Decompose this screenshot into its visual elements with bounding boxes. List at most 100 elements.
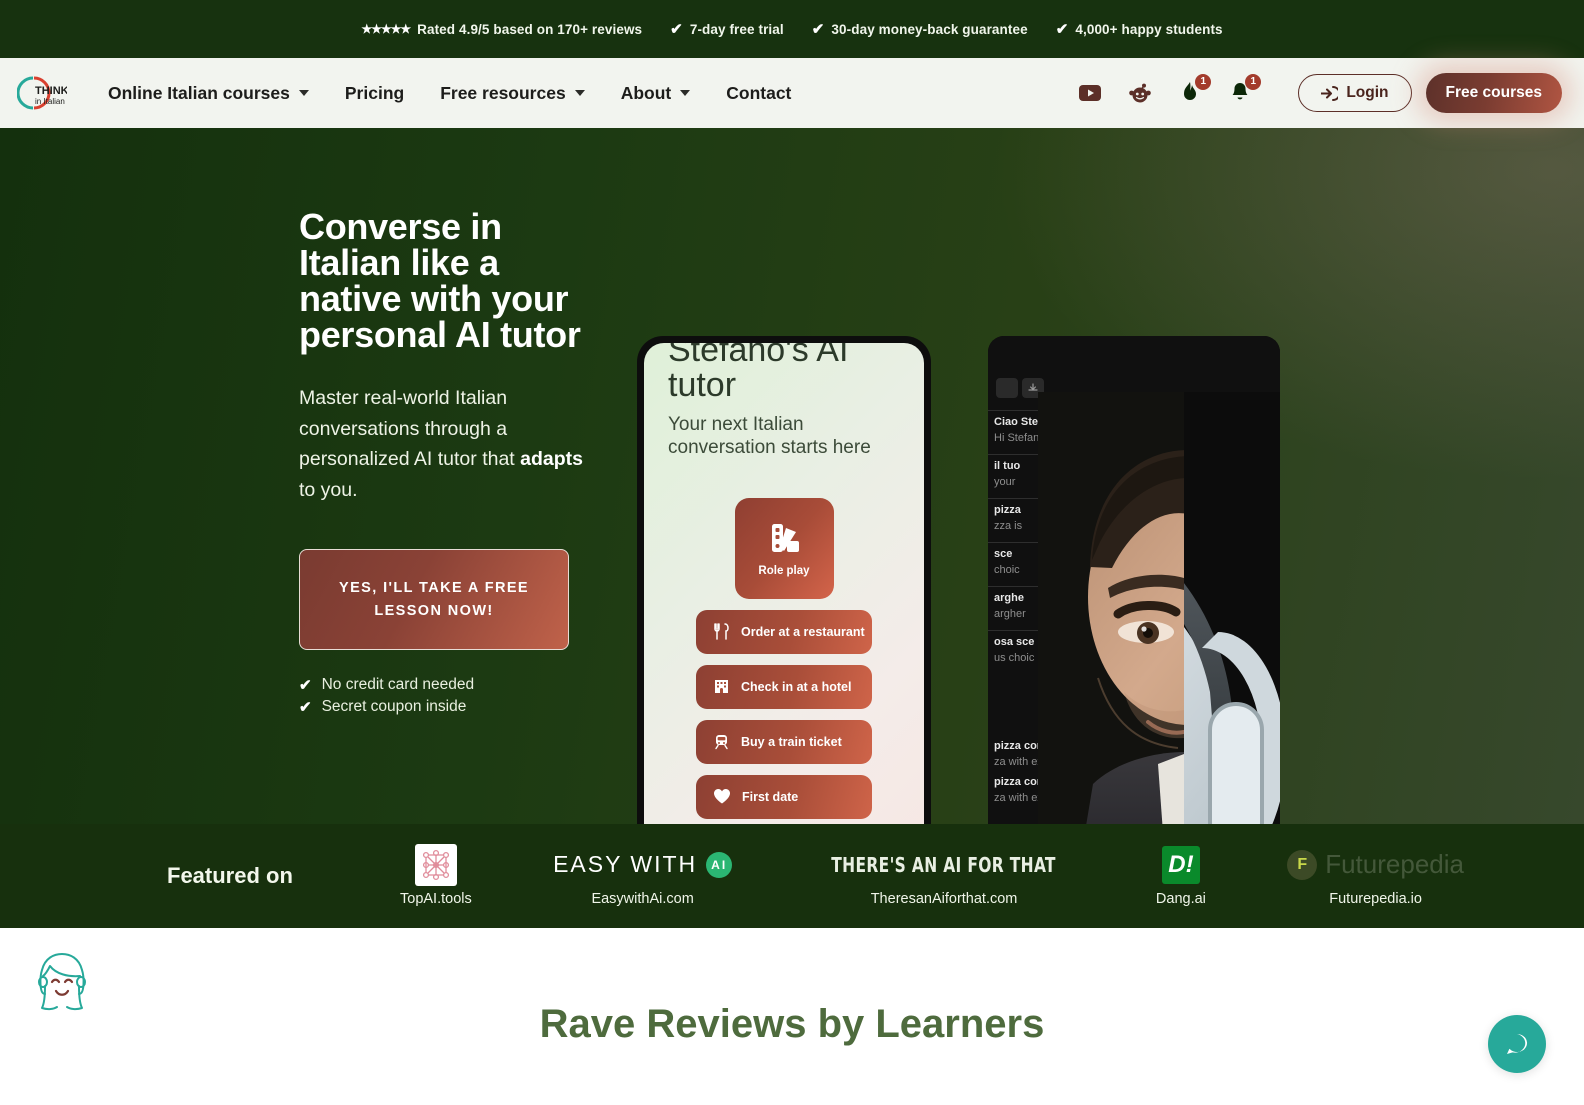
brand-futurepedia[interactable]: F Futurepedia Futurepedia.io	[1287, 846, 1464, 907]
portrait-image	[1038, 392, 1280, 824]
nav-item-label: Contact	[726, 82, 792, 103]
hero-benefits: ✔ No credit card needed ✔ Secret coupon …	[299, 676, 599, 716]
login-button[interactable]: Login	[1298, 74, 1412, 112]
svg-text:in Italian: in Italian	[35, 97, 65, 106]
color-swatch-icon	[772, 523, 799, 552]
role-play-label: Role play	[758, 564, 810, 577]
nav-item-pricing[interactable]: Pricing	[327, 73, 422, 114]
main-navigation: THINK in Italian Online Italian courses …	[0, 58, 1584, 128]
nav-menu: Online Italian courses Pricing Free reso…	[90, 73, 809, 114]
brand-caption: EasywithAi.com	[591, 890, 694, 907]
nav-item-free-resources[interactable]: Free resources	[422, 73, 603, 114]
rating-text: Rated 4.9/5 based on 170+ reviews	[417, 21, 643, 37]
nav-right-group: 1 1 Login Free courses	[1078, 73, 1562, 113]
social-icons: 1 1	[1078, 74, 1262, 105]
topai-logo-icon	[414, 843, 457, 886]
brand-topai-tools[interactable]: TopAI.tools	[400, 843, 472, 907]
chat-line-it: il tuo	[994, 460, 1021, 472]
nav-item-label: Pricing	[344, 82, 405, 103]
page-title: Converse in Italian like a native with y…	[299, 206, 581, 355]
nav-item-contact[interactable]: Contact	[708, 73, 809, 114]
reviews-section: Rave Reviews by Learners	[0, 928, 1584, 1105]
futurepedia-logo-icon: F Futurepedia	[1287, 846, 1464, 884]
option-label: Order at a restaurant	[741, 624, 865, 639]
chat-line-it: osa sce	[994, 636, 1035, 648]
hero-section: Converse in Italian like a native with y…	[0, 128, 1584, 824]
brand-dangai[interactable]: D! Dang.ai	[1155, 845, 1206, 907]
futurepedia-wordmark: Futurepedia	[1325, 849, 1464, 879]
rating-group: ★★★★★ Rated 4.9/5 based on 170+ reviews	[361, 22, 642, 37]
nav-item-about[interactable]: About	[603, 73, 709, 114]
check-icon: ✔	[299, 677, 312, 695]
check-icon: ✔	[1055, 20, 1069, 38]
free-lesson-cta-button[interactable]: YES, I'LL TAKE A FREE LESSON NOW!	[299, 549, 569, 651]
option-check-in-at-a-hotel[interactable]: Check in at a hotel	[696, 664, 872, 709]
hero-subtitle-after: to you.	[299, 478, 358, 501]
free-courses-button[interactable]: Free courses	[1425, 73, 1562, 113]
hero-benefit-label: No credit card needed	[321, 676, 475, 694]
login-button-label: Login	[1346, 84, 1389, 101]
announcement-item-trial: ✔ 7-day free trial	[670, 22, 784, 37]
option-order-at-a-restaurant[interactable]: Order at a restaurant	[696, 609, 872, 654]
brand-caption: TheresanAiforthat.com	[870, 890, 1018, 907]
announcement-item-guarantee: ✔ 30-day money-back guarantee	[812, 22, 1028, 37]
phone-subtitle: Your next Italian conversation starts he…	[668, 414, 871, 459]
easywithai-badge: AI	[706, 851, 733, 878]
featured-logos: TopAI.tools EASY WITH AI EasywithAi.com …	[400, 843, 1464, 907]
dangai-logo-icon: D!	[1161, 845, 1200, 884]
nav-item-label: Free resources	[440, 82, 566, 103]
check-icon: ✔	[670, 20, 683, 38]
announcement-bar: ★★★★★ Rated 4.9/5 based on 170+ reviews …	[0, 0, 1584, 58]
hero-subtitle-before: Master real-world Italian conversations …	[299, 387, 521, 471]
phone-mockup: Stefano's AI tutor Your next Italian con…	[637, 336, 931, 824]
flame-icon[interactable]: 1	[1178, 74, 1212, 105]
chevron-down-icon	[680, 90, 691, 96]
nav-item-label: Online Italian courses	[108, 82, 290, 103]
option-buy-a-train-ticket[interactable]: Buy a train ticket	[696, 719, 872, 764]
brand-caption: Dang.ai	[1155, 890, 1206, 907]
phone-screen: Stefano's AI tutor Your next Italian con…	[644, 343, 924, 824]
chat-icon-box	[996, 378, 1018, 398]
chevron-down-icon	[298, 90, 309, 96]
nav-item-label: About	[620, 82, 672, 103]
featured-on-label: Featured on	[167, 863, 293, 888]
option-label: First date	[742, 789, 799, 804]
reddit-icon[interactable]	[1128, 81, 1152, 105]
nav-item-online-italian-courses[interactable]: Online Italian courses	[90, 73, 327, 114]
youtube-icon[interactable]	[1078, 81, 1102, 105]
role-play-card[interactable]: Role play	[734, 497, 834, 599]
easywithai-logo-icon: EASY WITH AI	[553, 846, 733, 884]
brand-theresanaiforthat[interactable]: THERE'S AN AI FOR THAT TheresanAiforthat…	[813, 846, 1074, 907]
hero-subtitle-bold: adapts	[520, 448, 583, 471]
human-robot-split-portrait: Ciao Stefano! Famm Hi Stefano! As il tuo…	[988, 336, 1280, 824]
chat-line-it: sce	[994, 548, 1013, 560]
heart-icon	[714, 789, 730, 804]
bell-icon[interactable]: 1	[1228, 74, 1262, 105]
announcement-item-label: 4,000+ happy students	[1075, 21, 1223, 37]
futurepedia-mark: F	[1287, 849, 1318, 880]
bell-badge: 1	[1245, 74, 1262, 90]
chat-line-en: us choic	[994, 652, 1035, 664]
cutlery-icon	[714, 623, 729, 641]
chat-bubble-icon[interactable]	[1488, 1015, 1546, 1073]
announcement-item-label: 30-day money-back guarantee	[831, 21, 1028, 37]
hero-subtitle: Master real-world Italian conversations …	[299, 383, 599, 505]
hero-copy: Converse in Italian like a native with y…	[299, 209, 599, 720]
robot-half	[1184, 392, 1280, 824]
dangai-wordmark: D!	[1161, 845, 1200, 884]
chevron-down-icon	[574, 90, 585, 96]
option-first-date[interactable]: First date	[696, 774, 872, 819]
think-in-italian-logo[interactable]: THINK in Italian	[16, 73, 68, 113]
announcement-item-students: ✔ 4,000+ happy students	[1056, 22, 1223, 37]
chat-line-en: your	[994, 476, 1016, 488]
hero-benefit-label: Secret coupon inside	[321, 698, 467, 716]
chat-line-it: pizza	[994, 504, 1021, 516]
theresanaiforthat-logo-icon: THERE'S AN AI FOR THAT	[813, 846, 1074, 884]
easywithai-wordmark: EASY WITH	[553, 851, 698, 877]
brand-easywithai[interactable]: EASY WITH AI EasywithAi.com	[553, 846, 733, 907]
train-icon	[715, 735, 728, 750]
chat-line-en: choic	[994, 564, 1020, 576]
reviews-title: Rave Reviews by Learners	[539, 1002, 1045, 1046]
featured-on-strip: Featured on TopAI.tools EASY WITH AI Eas…	[0, 824, 1584, 928]
svg-text:THINK: THINK	[35, 85, 67, 97]
